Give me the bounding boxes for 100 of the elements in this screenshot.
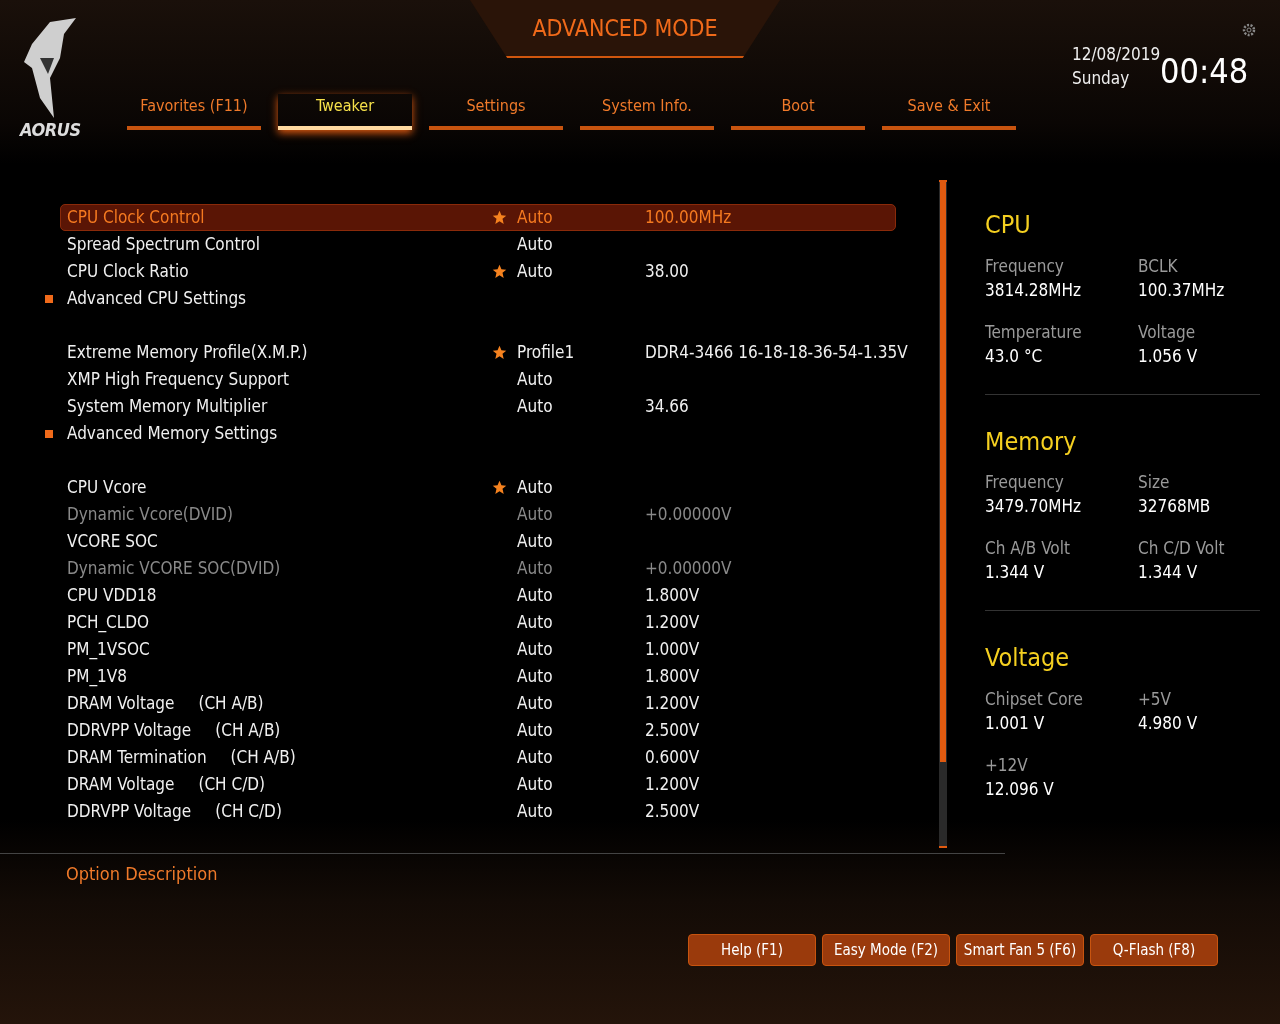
clock-time: 00:48	[1160, 50, 1249, 93]
setting-value[interactable]: Auto	[517, 231, 553, 258]
reading-value: 1.344 V	[985, 561, 1046, 584]
setting-name[interactable]: CPU Vcore	[67, 474, 147, 501]
setting-value[interactable]: Auto	[517, 798, 553, 825]
setting-value[interactable]: Auto	[517, 609, 553, 636]
setting-value[interactable]: Auto	[517, 258, 553, 285]
setting-value[interactable]: Auto	[517, 744, 553, 771]
setting-reading: +0.00000V	[645, 502, 732, 526]
reading-label: Temperature	[985, 320, 1083, 344]
reading-label: +12V	[985, 753, 1029, 777]
setting-value[interactable]: Auto	[517, 528, 553, 555]
setting-name[interactable]: DRAM Voltage	[67, 690, 175, 717]
setting-value[interactable]: Auto	[517, 582, 553, 609]
setting-name[interactable]: CPU Clock Ratio	[67, 258, 189, 285]
reading-label: Frequency	[985, 471, 1065, 494]
mode-title: ADVANCED MODE	[532, 13, 718, 43]
setting-value[interactable]: Auto	[517, 204, 553, 231]
submenu-link[interactable]: Advanced CPU Settings	[67, 285, 247, 312]
reading-label: Frequency	[985, 254, 1065, 278]
setting-value[interactable]: Auto	[517, 690, 553, 717]
reading-value: 43.0 °C	[985, 344, 1044, 368]
setting-name[interactable]: DRAM Voltage	[67, 771, 175, 798]
reading-value: 4.980 V	[1138, 711, 1199, 735]
menu-tab[interactable]: Boot	[731, 94, 865, 130]
reading-value: 3479.70MHz	[985, 495, 1082, 518]
reading-label: Ch A/B Volt	[985, 537, 1071, 560]
channel-label: (CH A/B)	[230, 745, 296, 769]
menu-tab[interactable]: Save & Exit	[882, 94, 1016, 130]
submenu-bullet-icon	[45, 295, 53, 303]
setting-reading: 1.200V	[645, 772, 700, 796]
reading-label: Ch C/D Volt	[1138, 537, 1226, 560]
selected-row-highlight[interactable]: CPU Clock Control Auto 100.00MHz	[60, 204, 896, 231]
setting-value[interactable]: Profile1	[517, 339, 575, 366]
reading-value: 1.344 V	[1138, 561, 1199, 584]
setting-reading: 100.00MHz	[645, 205, 732, 229]
setting-reading: 2.500V	[645, 718, 700, 742]
channel-label: (CH C/D)	[215, 799, 282, 823]
menu-tab[interactable]: Favorites (F11)	[127, 94, 261, 130]
setting-name[interactable]: PCH_CLDO	[67, 609, 150, 636]
reading-value: 3814.28MHz	[985, 278, 1082, 302]
setting-name[interactable]: Spread Spectrum Control	[67, 231, 260, 258]
menu-tab[interactable]: Settings	[429, 94, 563, 130]
scrollbar[interactable]	[938, 180, 947, 848]
weekday-text: Sunday	[1072, 67, 1131, 90]
setting-reading: 34.66	[645, 394, 689, 418]
reading-value: 12.096 V	[985, 777, 1055, 801]
logo-text: AORUS	[20, 118, 81, 142]
setting-value[interactable]: Auto	[517, 717, 553, 744]
setting-name[interactable]: DRAM Termination	[67, 744, 207, 771]
setting-reading: 1.800V	[645, 583, 700, 607]
submenu-bullet-icon	[45, 430, 53, 438]
setting-name[interactable]: DDRVPP Voltage	[67, 717, 192, 744]
setting-reading: 38.00	[645, 259, 689, 283]
channel-label: (CH A/B)	[198, 691, 264, 715]
reading-label: Voltage	[1138, 320, 1197, 344]
setting-value[interactable]: Auto	[517, 366, 553, 393]
setting-reading: DDR4-3466 16-18-18-36-54-1.35V	[645, 340, 908, 364]
function-key-button[interactable]: Q-Flash (F8)	[1090, 934, 1218, 966]
submenu-link[interactable]: Advanced Memory Settings	[67, 420, 278, 447]
reading-label: BCLK	[1138, 254, 1179, 278]
setting-reading: +0.00000V	[645, 556, 732, 580]
function-key-button[interactable]: Smart Fan 5 (F6)	[956, 934, 1084, 966]
setting-reading: 2.500V	[645, 799, 700, 823]
setting-value[interactable]: Auto	[517, 393, 553, 420]
date-text: 12/08/2019	[1072, 43, 1161, 66]
setting-value[interactable]: Auto	[517, 663, 553, 690]
gear-icon[interactable]	[1242, 23, 1256, 37]
function-key-button[interactable]: Easy Mode (F2)	[822, 934, 950, 966]
setting-name[interactable]: CPU Clock Control	[67, 204, 205, 231]
section-title: Memory	[985, 425, 1078, 458]
reading-value: 1.056 V	[1138, 344, 1199, 368]
menu-tab[interactable]: System Info.	[580, 94, 714, 130]
setting-reading: 1.000V	[645, 637, 700, 661]
option-description-title: Option Description	[66, 863, 218, 884]
setting-name[interactable]: CPU VDD18	[67, 582, 157, 609]
setting-name[interactable]: XMP High Frequency Support	[67, 366, 289, 393]
setting-reading: 1.200V	[645, 610, 700, 634]
setting-reading: 0.600V	[645, 745, 700, 769]
channel-label: (CH A/B)	[215, 718, 281, 742]
setting-name[interactable]: DDRVPP Voltage	[67, 798, 192, 825]
setting-value[interactable]: Auto	[517, 474, 553, 501]
reading-value: 32768MB	[1138, 495, 1212, 518]
setting-name[interactable]: System Memory Multiplier	[67, 393, 268, 420]
setting-reading: 1.800V	[645, 664, 700, 688]
reading-value: 100.37MHz	[1138, 278, 1226, 302]
reading-label: Chipset Core	[985, 687, 1084, 711]
setting-value[interactable]: Auto	[517, 636, 553, 663]
setting-name[interactable]: Extreme Memory Profile(X.M.P.)	[67, 339, 308, 366]
setting-value[interactable]: Auto	[517, 771, 553, 798]
section-title: CPU	[985, 209, 1032, 241]
section-title: Voltage	[985, 642, 1071, 674]
menu-tab[interactable]: Tweaker	[278, 94, 412, 130]
function-key-button[interactable]: Help (F1)	[688, 934, 816, 966]
channel-label: (CH C/D)	[198, 772, 266, 796]
setting-name[interactable]: VCORE SOC	[67, 528, 158, 555]
setting-name[interactable]: PM_1VSOC	[67, 636, 150, 663]
setting-name[interactable]: PM_1V8	[67, 663, 127, 690]
setting-reading: 1.200V	[645, 691, 700, 715]
reading-label: Size	[1138, 471, 1171, 494]
